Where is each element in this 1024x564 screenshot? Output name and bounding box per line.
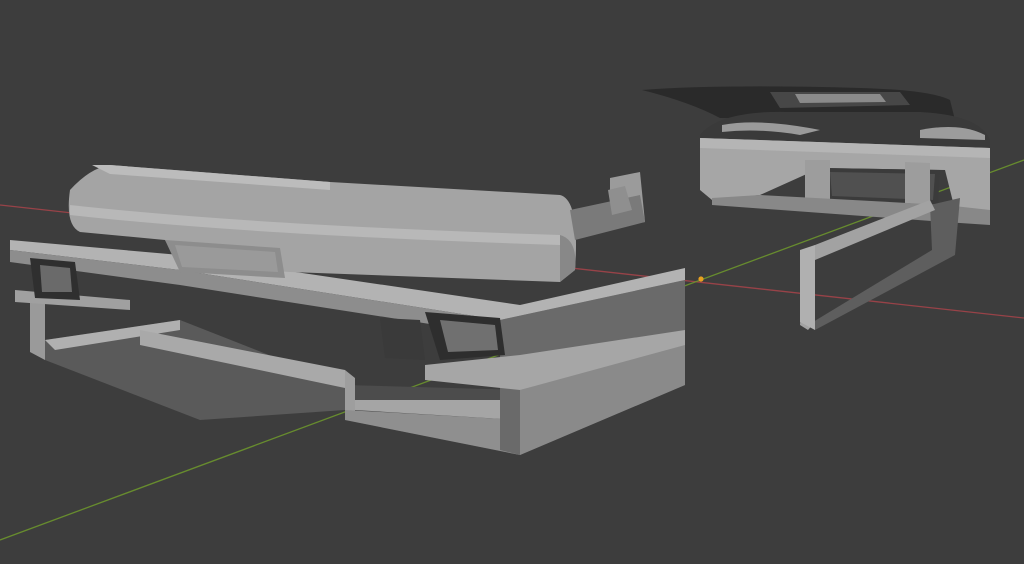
origin-point (698, 276, 704, 282)
rear-bumper-part[interactable] (10, 165, 685, 455)
3d-viewport[interactable] (0, 0, 1024, 564)
side-skirt-right[interactable] (800, 198, 960, 330)
viewport-canvas[interactable] (0, 0, 1024, 564)
